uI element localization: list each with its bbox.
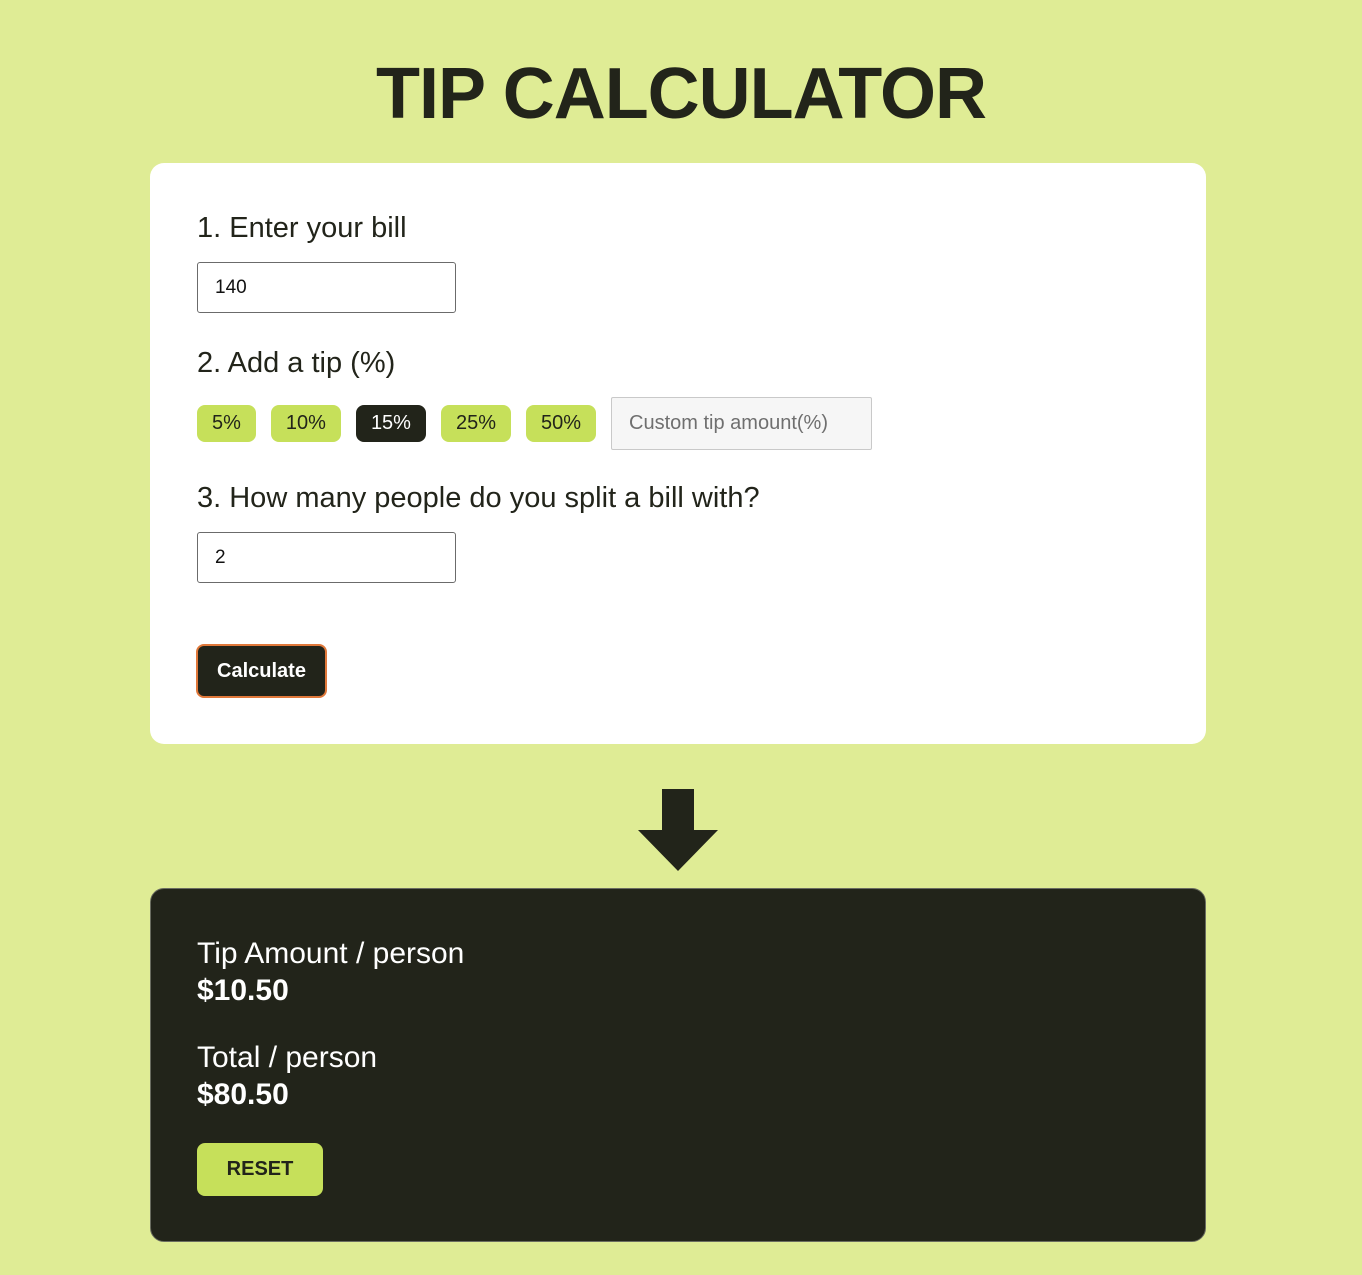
people-input[interactable] xyxy=(197,532,456,583)
tip-button-15[interactable]: 15% xyxy=(355,405,426,442)
arrow-down-icon xyxy=(638,789,718,871)
total-per-person-label: Total / person xyxy=(197,1041,378,1074)
tip-label: 2. Add a tip (%) xyxy=(197,347,396,379)
tip-button-10[interactable]: 10% xyxy=(270,405,341,442)
tip-per-person-label: Tip Amount / person xyxy=(197,937,465,970)
total-per-person-value: $80.50 xyxy=(197,1078,289,1111)
reset-button[interactable]: RESET xyxy=(197,1143,323,1196)
bill-input[interactable] xyxy=(197,262,456,313)
results-card: Tip Amount / person $10.50 Total / perso… xyxy=(150,888,1206,1242)
page-title: TIP CALCULATOR xyxy=(376,54,987,134)
tip-options: 5% 10% 15% 25% 50% xyxy=(197,397,873,450)
tip-per-person-value: $10.50 xyxy=(197,974,289,1007)
people-label: 3. How many people do you split a bill w… xyxy=(197,482,760,514)
tip-button-25[interactable]: 25% xyxy=(440,405,511,442)
calculate-button[interactable]: Calculate xyxy=(196,644,327,698)
calculator-form-card: 1. Enter your bill 2. Add a tip (%) 5% 1… xyxy=(150,163,1206,744)
custom-tip-input[interactable] xyxy=(611,397,873,450)
bill-label: 1. Enter your bill xyxy=(197,212,407,244)
tip-button-5[interactable]: 5% xyxy=(197,405,256,442)
tip-button-50[interactable]: 50% xyxy=(526,405,597,442)
